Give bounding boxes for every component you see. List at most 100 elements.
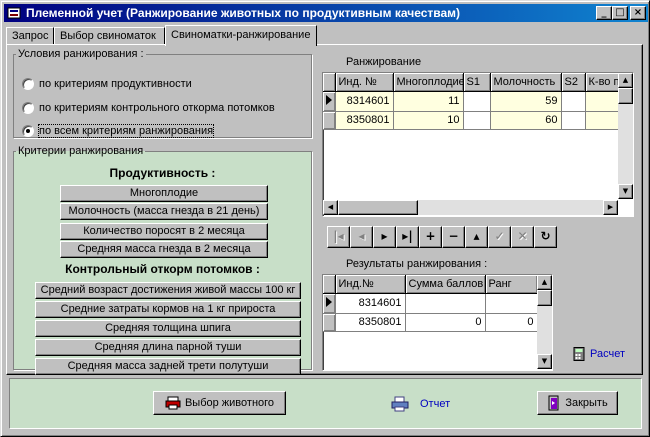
radio-control-fattening[interactable]: по критериям контрольного откорма потомк…: [22, 100, 275, 116]
litter-weight-button[interactable]: Средняя масса гнезда в 2 месяца: [60, 241, 268, 258]
criteria-group: Критерии ранжирования Продуктивность : М…: [13, 145, 312, 375]
nav-insert-icon[interactable]: +: [419, 226, 442, 248]
table-cell[interactable]: 8350801: [335, 313, 406, 332]
radio-all-criteria[interactable]: по всем критериям ранжирования: [22, 123, 215, 139]
ranking-hscroll[interactable]: ◀ ▶: [323, 200, 618, 215]
scroll-down-icon[interactable]: ▼: [537, 354, 552, 369]
row-pointer-icon: [323, 91, 336, 112]
table-row[interactable]: 8350801 0 0: [323, 313, 538, 332]
table-cell[interactable]: 60: [490, 111, 562, 130]
table-cell[interactable]: [405, 293, 486, 314]
close-button[interactable]: Закрыть: [537, 391, 618, 415]
table-cell[interactable]: [463, 111, 491, 130]
table-cell[interactable]: 11: [393, 91, 464, 112]
table-cell[interactable]: 0: [485, 313, 538, 332]
maximize-icon[interactable]: □: [612, 6, 628, 20]
column-header[interactable]: Инд.№: [335, 275, 406, 294]
column-header[interactable]: S1: [463, 73, 491, 92]
results-vscroll[interactable]: ▲ ▼: [537, 275, 552, 369]
table-row[interactable]: 8314601: [323, 293, 538, 314]
header-row: Инд.№ Сумма баллов Ранг: [323, 275, 538, 294]
ranking-vscroll[interactable]: ▲ ▼: [618, 73, 633, 199]
calc-link[interactable]: Расчет: [573, 347, 625, 361]
results-grid[interactable]: Инд.№ Сумма баллов Ранг 8314601 8350801 …: [322, 274, 553, 371]
tab-panel: Условия ранжирования : по критериям прод…: [6, 44, 643, 375]
row-indicator: [323, 111, 336, 130]
column-header[interactable]: Ранг: [485, 275, 538, 294]
nav-prior-icon[interactable]: ◂: [350, 226, 373, 248]
scroll-down-icon[interactable]: ▼: [618, 184, 633, 199]
table-cell[interactable]: 8314601: [335, 293, 406, 314]
main-window: Племенной учет (Ранжирование животных по…: [0, 0, 650, 437]
table-cell[interactable]: [485, 293, 538, 314]
scroll-up-icon[interactable]: ▲: [537, 275, 552, 290]
table-cell[interactable]: [561, 91, 586, 112]
report-link[interactable]: Отчет: [390, 396, 450, 412]
table-row[interactable]: 8314601 11 59: [323, 91, 624, 112]
nav-cancel-icon[interactable]: ✕: [511, 226, 534, 248]
table-cell[interactable]: [561, 111, 586, 130]
criteria-legend: Критерии ранжирования: [18, 145, 144, 157]
scroll-thumb[interactable]: [338, 200, 418, 215]
piglets-2m-button[interactable]: Количество поросят в 2 месяца: [60, 223, 268, 240]
column-header[interactable]: Молочность: [490, 73, 562, 92]
nav-post-icon[interactable]: ✓: [488, 226, 511, 248]
nav-last-icon[interactable]: ▸|: [396, 226, 419, 248]
tab-select-sows[interactable]: Выбор свиноматок: [54, 27, 165, 45]
nav-edit-icon[interactable]: ▴: [465, 226, 488, 248]
column-header[interactable]: Сумма баллов: [405, 275, 486, 294]
table-cell[interactable]: 8350801: [335, 111, 394, 130]
table-cell[interactable]: [463, 91, 491, 112]
column-header[interactable]: S2: [561, 73, 586, 92]
table-cell[interactable]: 10: [393, 111, 464, 130]
ham-weight-button[interactable]: Средняя масса задней трети полутуши: [35, 358, 301, 375]
title-bar[interactable]: Племенной учет (Ранжирование животных по…: [4, 4, 648, 22]
fattening-header: Контрольный откорм потомков :: [65, 262, 260, 276]
indicator-header: [323, 73, 336, 92]
backfat-button[interactable]: Средняя толщина шпига: [35, 320, 301, 337]
ranking-label: Ранжирование: [346, 56, 422, 68]
nav-refresh-icon[interactable]: ↻: [534, 226, 557, 248]
footer-panel: Выбор животного Отчет Закрыть: [9, 378, 642, 429]
indicator-header: [323, 275, 336, 294]
results-table: Инд.№ Сумма баллов Ранг 8314601 8350801 …: [323, 275, 538, 332]
conditions-legend: Условия ранжирования :: [18, 48, 144, 60]
printer-red-icon: [165, 396, 181, 410]
nav-first-icon[interactable]: |◂: [327, 226, 350, 248]
milk-yield-button[interactable]: Молочность (масса гнезда в 21 день): [60, 203, 268, 220]
scroll-up-icon[interactable]: ▲: [618, 73, 633, 88]
select-animal-button[interactable]: Выбор животного: [153, 391, 286, 415]
radio-label: по критериям контрольного откорма потомк…: [39, 102, 275, 114]
scroll-right-icon[interactable]: ▶: [603, 200, 618, 215]
tab-query[interactable]: Запрос: [6, 27, 54, 45]
feed-cost-button[interactable]: Средние затраты кормов на 1 кг прироста: [35, 301, 301, 318]
column-header[interactable]: Многоплодие: [393, 73, 464, 92]
radio-button[interactable]: [22, 78, 34, 90]
radio-button-selected[interactable]: [22, 125, 34, 137]
calc-label[interactable]: Расчет: [590, 348, 625, 360]
column-header[interactable]: Инд. №: [335, 73, 394, 92]
table-cell[interactable]: 59: [490, 91, 562, 112]
litter-size-button[interactable]: Многоплодие: [60, 185, 268, 202]
ranking-grid[interactable]: Инд. № Многоплодие S1 Молочность S2 К-во…: [322, 72, 634, 217]
table-row[interactable]: 8350801 10 60: [323, 111, 624, 130]
scroll-left-icon[interactable]: ◀: [323, 200, 338, 215]
nav-delete-icon[interactable]: −: [442, 226, 465, 248]
radio-label: по всем критериям ранжирования: [37, 124, 215, 138]
radio-productivity[interactable]: по критериям продуктивности: [22, 76, 192, 92]
minimize-icon[interactable]: _: [596, 6, 612, 20]
carcass-length-button[interactable]: Средняя длина парной туши: [35, 339, 301, 356]
nav-next-icon[interactable]: ▸: [373, 226, 396, 248]
radio-label: по критериям продуктивности: [39, 78, 192, 90]
age-100kg-button[interactable]: Средний возраст достижения живой массы 1…: [35, 282, 301, 299]
table-cell[interactable]: 0: [405, 313, 486, 332]
scroll-thumb[interactable]: [618, 88, 633, 104]
productivity-header: Продуктивность :: [109, 166, 216, 180]
table-cell[interactable]: 8314601: [335, 91, 394, 112]
radio-button[interactable]: [22, 102, 34, 114]
close-icon[interactable]: ×: [630, 6, 646, 20]
results-label: Результаты ранжирования :: [346, 258, 488, 270]
report-label[interactable]: Отчет: [420, 398, 450, 410]
scroll-thumb[interactable]: [537, 290, 552, 306]
tab-sows-ranking[interactable]: Свиноматки-ранжирование: [165, 25, 317, 46]
